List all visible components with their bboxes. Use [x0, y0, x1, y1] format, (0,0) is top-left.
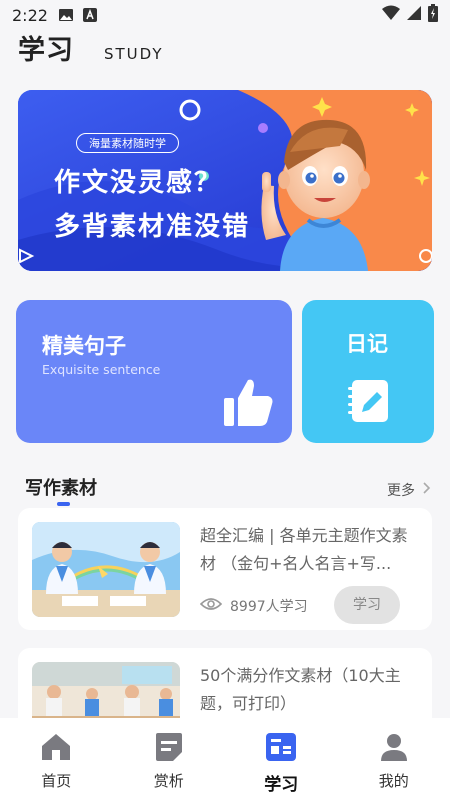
tab-label: 首页: [41, 772, 72, 790]
bottom-tab-bar: 首页 赏析 学习 我的: [0, 718, 450, 800]
tab-profile[interactable]: 我的: [338, 718, 450, 800]
section-title: 写作素材: [25, 478, 97, 499]
tab-label: 学习: [264, 775, 299, 795]
home-icon: [40, 732, 72, 766]
profile-icon: [378, 732, 410, 766]
translate-icon: [82, 7, 98, 23]
banner-headline: 作文没灵感？: [54, 168, 223, 198]
view-count: 8997人学习: [199, 596, 308, 616]
writing-materials-header: 写作素材 更多: [25, 474, 435, 510]
chevron-right-icon: [423, 482, 431, 498]
article-card[interactable]: 超全汇编 | 各单元主题作文素材 （金句+名人名言+写... 8997人学习 学…: [18, 508, 432, 630]
article-thumbnail: [32, 522, 180, 617]
article-title: 超全汇编 | 各单元主题作文素材 （金句+名人名言+写...: [200, 526, 408, 573]
gallery-icon: [58, 7, 74, 23]
tab-home[interactable]: 首页: [0, 718, 113, 800]
study-icon: [265, 732, 297, 766]
page-header: 学习 STUDY: [18, 28, 164, 67]
card-title: 日记: [346, 332, 388, 356]
status-bar: 2:22: [0, 0, 450, 30]
document-icon: [153, 732, 185, 766]
wifi-icon: [382, 5, 400, 25]
section-underline: [57, 502, 70, 506]
eye-icon: [199, 597, 223, 615]
exquisite-sentences-card[interactable]: 精美句子 Exquisite sentence: [16, 300, 292, 443]
view-count-label: 8997人学习: [230, 599, 308, 615]
tab-study[interactable]: 学习: [225, 718, 338, 800]
notebook-pencil-icon: [346, 378, 390, 428]
article-title: 50个满分作文素材（10大主题，可打印）: [200, 666, 401, 713]
page-title: 学习: [18, 35, 74, 66]
page-subtitle: STUDY: [104, 45, 164, 63]
banner-tag: 海量素材随时学: [76, 133, 179, 153]
study-button[interactable]: 学习: [334, 586, 400, 624]
more-link[interactable]: 更多: [387, 480, 431, 500]
diary-card[interactable]: 日记: [302, 300, 434, 443]
banner-subheadline: 多背素材准没错: [54, 212, 251, 242]
tab-appreciate[interactable]: 赏析: [113, 718, 226, 800]
promo-banner[interactable]: 海量素材随时学 作文没灵感？ 多背素材准没错: [18, 90, 432, 271]
card-title: 精美句子: [42, 334, 126, 358]
thumbs-up-icon: [222, 376, 274, 432]
battery-icon: [428, 4, 438, 26]
tab-label: 赏析: [153, 772, 184, 790]
card-subtitle: Exquisite sentence: [42, 362, 161, 377]
status-time: 2:22: [12, 5, 48, 25]
more-label: 更多: [387, 483, 415, 499]
signal-icon: [406, 5, 422, 25]
tab-label: 我的: [378, 772, 409, 790]
